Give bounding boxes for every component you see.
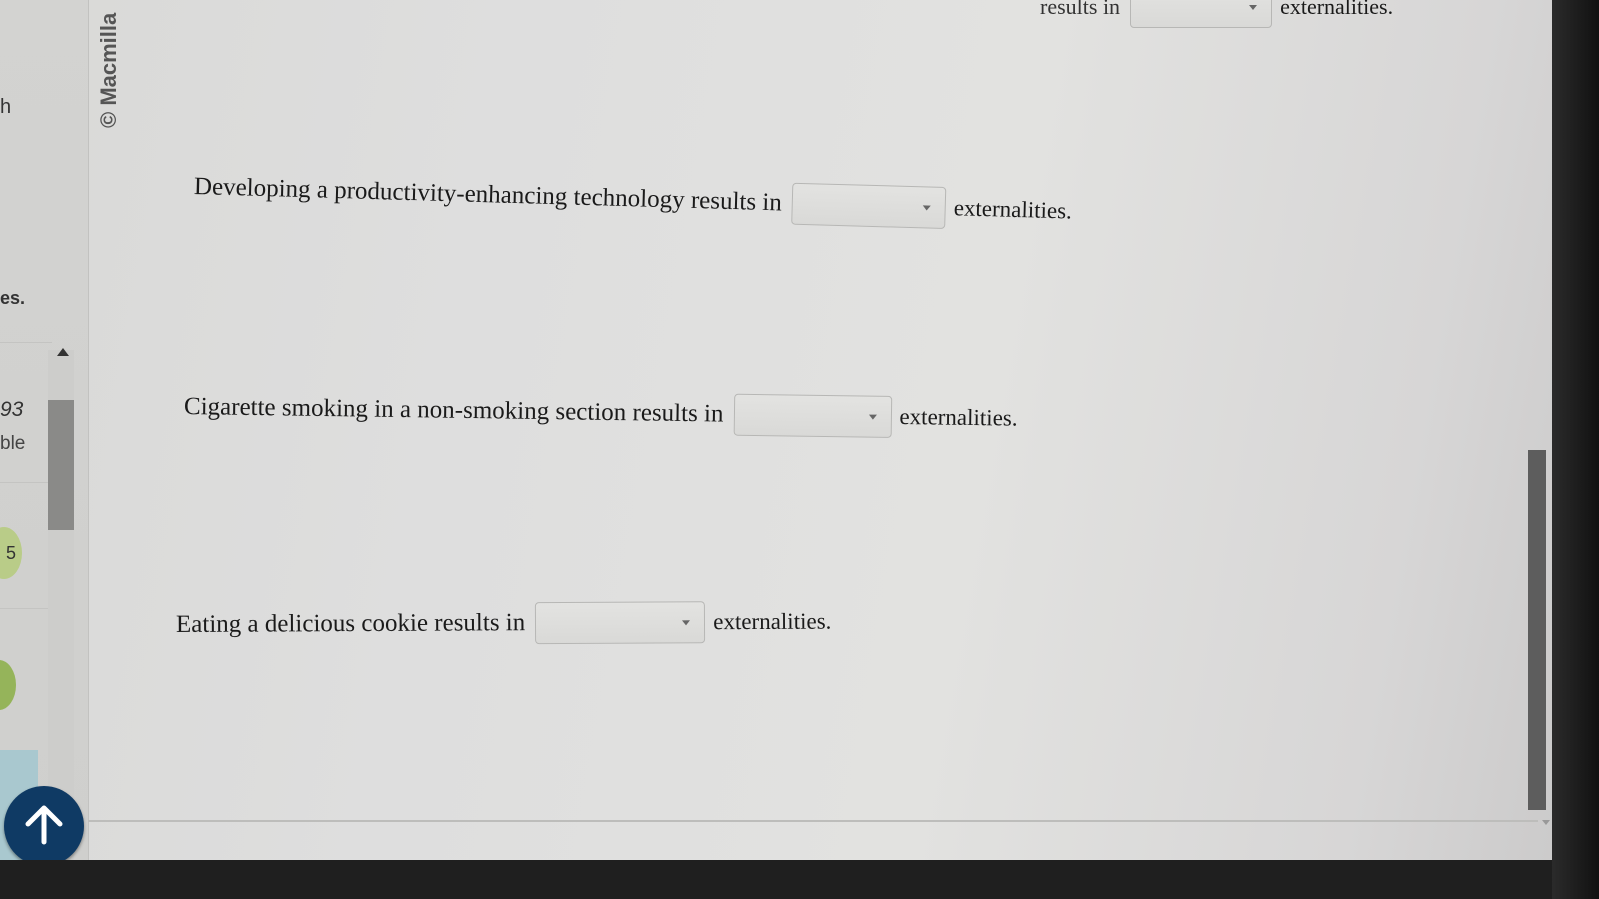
caret-down-icon [868,414,877,420]
left-panel-divider [0,608,52,609]
left-panel-status-dot[interactable] [0,660,16,710]
left-scrollbar-thumb[interactable] [48,400,74,530]
monitor-bezel-bottom [0,860,1599,899]
scroll-up-arrow-icon[interactable] [57,348,69,356]
monitor-bezel-right [1552,0,1599,899]
left-panel-fragment-es: es. [0,288,26,308]
question-suffix: externalities. [899,403,1018,431]
scroll-to-top-button[interactable] [4,786,84,866]
left-panel-fragment-93: 93 [0,398,24,421]
answer-dropdown[interactable] [733,393,892,438]
left-panel-fragment-ble: ble [0,433,26,454]
left-panel-fragment-h: h [0,96,12,118]
copyright-label: © Macmilla [96,12,121,128]
caret-down-icon [682,620,691,626]
question-text: Eating a delicious cookie results in [175,609,526,638]
answer-dropdown[interactable] [535,601,706,645]
left-panel-badge[interactable]: 5 [0,527,22,579]
question-suffix: externalities. [713,608,832,635]
right-scrollbar-thumb[interactable] [1528,450,1546,810]
caret-down-icon [922,205,931,211]
answer-dropdown[interactable] [1130,0,1273,28]
question-row-3: Eating a delicious cookie results in ext… [176,601,832,646]
left-panel: h es. 93 ble 5 [0,0,89,860]
screen: h es. 93 ble 5 © Macmilla results in ext… [0,0,1599,899]
left-panel-divider [0,482,52,483]
question-text: results in [1040,0,1121,19]
answer-dropdown[interactable] [791,182,947,229]
left-panel-divider [0,342,52,343]
question-suffix: externalities. [1280,0,1394,19]
question-row-0: results in externalities. [1040,0,1393,28]
caret-down-icon [1249,5,1258,10]
question-suffix: externalities. [953,195,1073,224]
scroll-down-arrow-icon[interactable] [1542,820,1550,825]
question-text: Cigarette smoking in a non-smoking secti… [183,393,724,428]
arrow-up-icon [25,805,63,845]
